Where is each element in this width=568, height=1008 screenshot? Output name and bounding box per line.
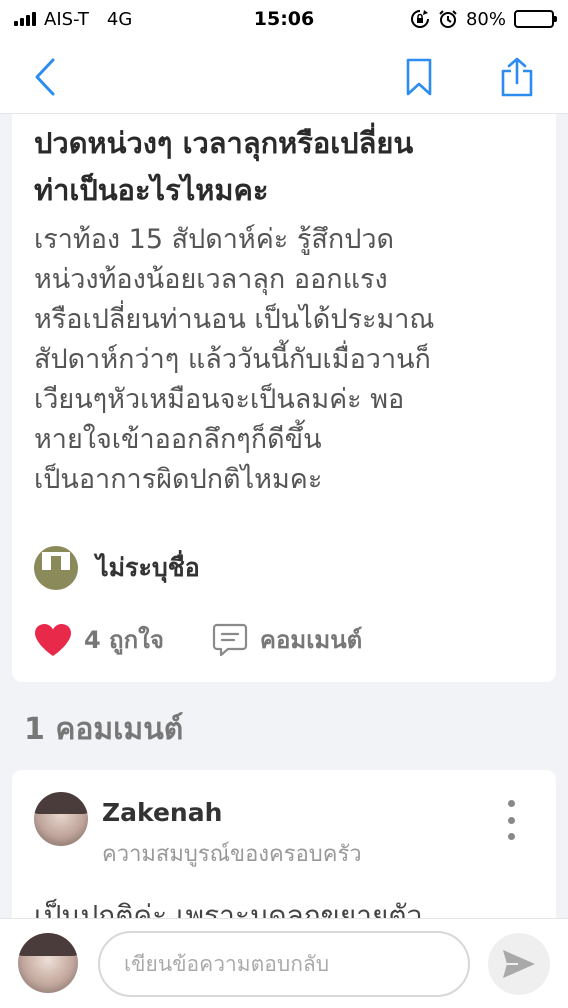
- chevron-left-icon: [35, 58, 55, 96]
- user-avatar: [18, 933, 78, 993]
- battery-icon: [514, 10, 557, 28]
- post-body-line: หน่วงท้องน้อยเวลาลุก ออกแรง: [34, 264, 388, 295]
- nav-bar: [0, 38, 568, 114]
- post-body-line: เราท้อง 15 สัปดาห์ค่ะ รู้สึกปวด: [34, 224, 395, 255]
- comments-count-heading: 1 คอมเมนต์: [24, 712, 184, 747]
- alarm-clock-icon: [439, 10, 457, 28]
- post-body-line: หายใจเข้าออกลึกๆก็ดีขึ้น: [34, 424, 322, 455]
- heart-icon: [35, 623, 71, 656]
- commenter-subtitle: ความสมบูรณ์ของครอบครัว: [102, 842, 362, 867]
- send-icon: [503, 950, 535, 978]
- comment-button[interactable]: คอมเมนต์: [212, 620, 362, 659]
- post-body-line: เวียนๆหัวเหมือนจะเป็นลมค่ะ พอ: [34, 384, 405, 415]
- comment-label: คอมเมนต์: [259, 626, 363, 654]
- post-actions: 4 ถูกใจ คอมเมนต์: [34, 620, 362, 659]
- status-bar: AIS-T 4G 15:06 80%: [0, 0, 568, 38]
- more-options-icon[interactable]: [500, 800, 522, 840]
- status-left: AIS-T 4G: [14, 9, 214, 30]
- comment-card: Zakenah ความสมบูรณ์ของครอบครัว เป็นปกติค…: [12, 770, 556, 932]
- back-button[interactable]: [24, 56, 66, 98]
- post-body-line: หรือเปลี่ยนท่านอน เป็นได้ประมาณ: [34, 304, 435, 335]
- status-time: 15:06: [253, 8, 315, 30]
- post-body: เราท้อง 15 สัปดาห์ค่ะ รู้สึกปวด หน่วงท้อ…: [34, 220, 534, 500]
- network-label: 4G: [106, 8, 133, 30]
- reply-bar: [0, 918, 568, 1008]
- share-icon: [501, 57, 533, 97]
- status-right: 80%: [354, 8, 557, 30]
- post-title: ปวดหน่วงๆ เวลาลุกหรือเปลี่ยน ท่าเป็นอะไร…: [34, 120, 534, 214]
- post-title-line: ท่าเป็นอะไรไหมคะ: [34, 173, 269, 207]
- carrier-label: AIS-T: [44, 8, 89, 30]
- bookmark-button[interactable]: [398, 56, 440, 98]
- comment-bubble-icon: [212, 623, 248, 656]
- reply-input[interactable]: [98, 931, 470, 997]
- post-author[interactable]: ไม่ระบุชื่อ: [34, 546, 200, 590]
- post-body-line: สัปดาห์กว่าๆ แล้ววันนี้กับเมื่อวานก็: [34, 344, 431, 375]
- signal-bars-icon: [14, 12, 36, 26]
- send-button[interactable]: [488, 933, 550, 995]
- anonymous-avatar: [34, 546, 78, 590]
- share-button[interactable]: [496, 56, 538, 98]
- like-button[interactable]: 4 ถูกใจ: [34, 620, 164, 659]
- like-count-label: 4 ถูกใจ: [84, 626, 164, 654]
- bookmark-icon: [406, 58, 432, 96]
- rotation-lock-icon: [411, 10, 429, 28]
- commenter-avatar[interactable]: [34, 792, 88, 846]
- author-name: ไม่ระบุชื่อ: [96, 553, 200, 582]
- battery-percent: 80%: [465, 8, 506, 30]
- post-body-line: เป็นอาการผิดปกติไหมคะ: [34, 464, 323, 495]
- post-card: ปวดหน่วงๆ เวลาลุกหรือเปลี่ยน ท่าเป็นอะไร…: [12, 114, 556, 682]
- post-title-line: ปวดหน่วงๆ เวลาลุกหรือเปลี่ยน: [34, 126, 414, 160]
- commenter-name[interactable]: Zakenah: [102, 798, 222, 827]
